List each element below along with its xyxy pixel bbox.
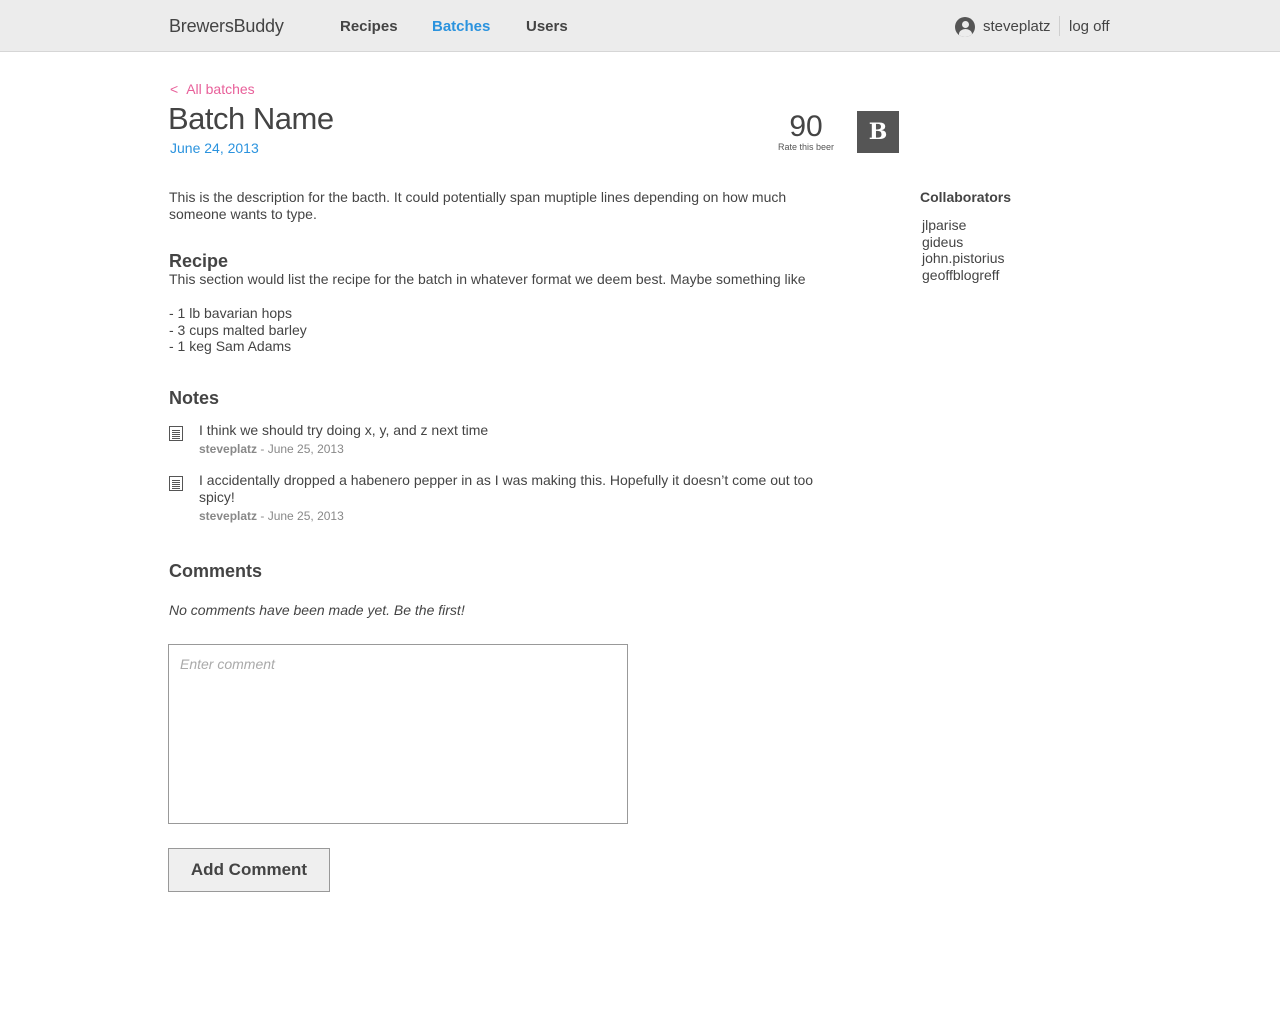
rating-value: 90 xyxy=(789,110,823,143)
batch-description: This is the description for the bacth. I… xyxy=(169,189,787,222)
note-author[interactable]: steveplatz xyxy=(199,442,257,456)
notes-heading: Notes xyxy=(169,388,220,408)
nav-link-recipes[interactable]: Recipes xyxy=(340,18,398,35)
recipe-heading: Recipe xyxy=(169,251,229,271)
user-avatar-icon[interactable] xyxy=(955,17,975,37)
batch-badge-icon: B xyxy=(857,111,899,153)
batch-date: June 24, 2013 xyxy=(170,140,259,156)
note-meta: steveplatz - June 25, 2013 xyxy=(199,509,344,523)
note-date: - June 25, 2013 xyxy=(257,442,344,456)
ingredient-item: - 1 keg Sam Adams xyxy=(169,338,292,354)
collaborator-item[interactable]: jlparise xyxy=(922,217,1005,234)
logoff-link[interactable]: log off xyxy=(1069,18,1110,35)
recipe-intro: This section would list the recipe for t… xyxy=(169,271,806,287)
ingredient-item: - 1 lb bavarian hops xyxy=(169,305,292,321)
ingredient-item: - 3 cups malted barley xyxy=(169,321,307,338)
nav-link-users[interactable]: Users xyxy=(526,18,568,35)
collaborators-heading: Collaborators xyxy=(920,189,1012,205)
note-document-icon xyxy=(169,426,183,441)
collaborator-item[interactable]: john.pistorius xyxy=(922,250,1005,267)
collaborator-item[interactable]: geoffblogreff xyxy=(922,267,1005,284)
all-batches-label: All batches xyxy=(186,81,255,97)
comments-heading: Comments xyxy=(169,561,263,581)
note-document-icon xyxy=(169,476,183,491)
note-text: I think we should try doing x, y, and z … xyxy=(199,422,489,438)
note-meta: steveplatz - June 25, 2013 xyxy=(199,442,344,456)
username-link[interactable]: steveplatz xyxy=(983,18,1051,35)
note-date: - June 25, 2013 xyxy=(257,509,344,523)
collaborator-list: jlparise gideus john.pistorius geoffblog… xyxy=(922,217,1005,283)
add-comment-button[interactable]: Add Comment xyxy=(168,848,330,892)
nav-link-batches[interactable]: Batches xyxy=(432,18,490,35)
comment-input[interactable] xyxy=(168,644,628,824)
nav-divider xyxy=(1059,16,1060,36)
no-comments-message: No comments have been made yet. Be the f… xyxy=(169,602,465,618)
ingredient-list: - 1 lb bavarian hops - 3 cups malted bar… xyxy=(169,305,307,355)
rate-this-beer-link[interactable]: Rate this beer xyxy=(770,142,842,152)
rating-widget[interactable]: 90 Rate this beer xyxy=(770,110,842,152)
chevron-left-icon: < xyxy=(170,81,179,97)
top-nav-bar: BrewersBuddy Recipes Batches Users steve… xyxy=(0,0,1280,52)
collaborator-item[interactable]: gideus xyxy=(922,234,1005,251)
page-title: Batch Name xyxy=(168,101,334,136)
note-author[interactable]: steveplatz xyxy=(199,509,257,523)
note-text: I accidentally dropped a habenero pepper… xyxy=(199,472,814,505)
all-batches-link[interactable]: < All batches xyxy=(170,81,255,97)
brand-logo[interactable]: BrewersBuddy xyxy=(169,16,284,37)
